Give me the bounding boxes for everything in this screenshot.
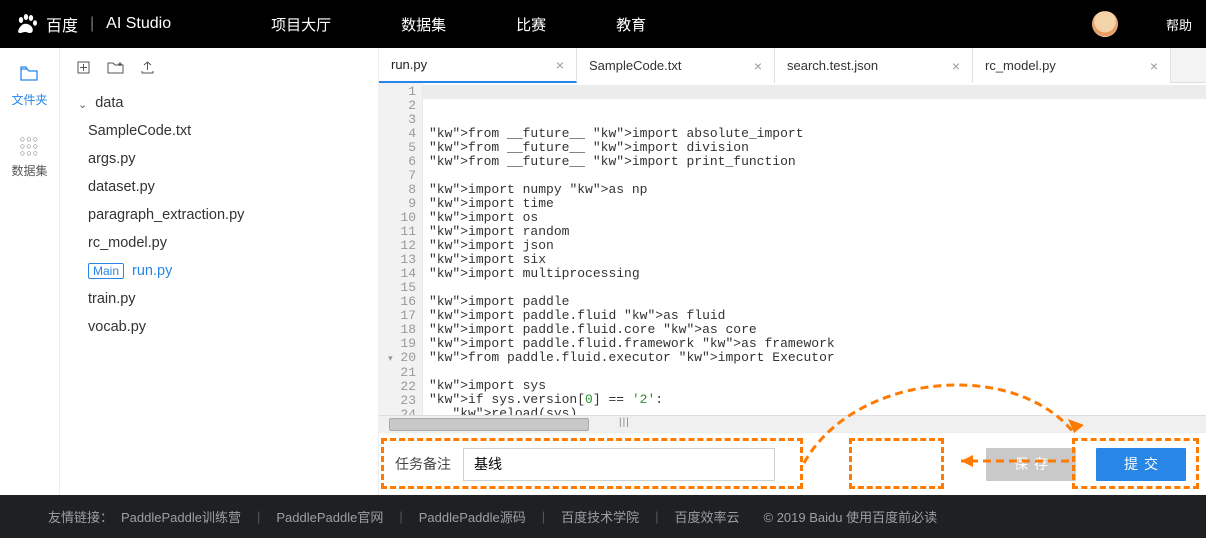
footer-link-3[interactable]: 百度技术学院 xyxy=(561,507,639,526)
footer-link-2[interactable]: PaddlePaddle源码 xyxy=(419,507,526,526)
task-note-input[interactable] xyxy=(463,448,775,481)
footer: 友情链接： PaddlePaddle训练营| PaddlePaddle官网| P… xyxy=(0,495,1206,538)
tab-run[interactable]: run.py× xyxy=(379,48,577,83)
logo-baidu-text: 百度 xyxy=(46,12,78,36)
action-bar: 任务备注 查看任务列表 保存 提交 xyxy=(379,432,1206,495)
close-icon[interactable]: × xyxy=(1150,58,1158,74)
chevron-down-icon: ⌃ xyxy=(78,97,87,110)
code-editor[interactable]: ◀ 12345678910111213141516171819▾ 2021222… xyxy=(379,83,1206,415)
file-tree: ⌃ data SampleCode.txt args.py dataset.py… xyxy=(60,48,379,495)
submit-button[interactable]: 提交 xyxy=(1096,448,1186,481)
file-paragraph[interactable]: paragraph_extraction.py xyxy=(60,201,378,229)
nav-item-projects[interactable]: 项目大厅 xyxy=(271,14,331,35)
footer-copyright: © 2019 Baidu 使用百度前必读 xyxy=(764,507,938,526)
top-nav: 百度 | AI Studio 项目大厅 数据集 比赛 教育 帮助 xyxy=(0,0,1206,48)
close-icon[interactable]: × xyxy=(754,58,762,74)
avatar[interactable] xyxy=(1092,11,1118,37)
file-samplecode[interactable]: SampleCode.txt xyxy=(60,117,378,145)
file-rcmodel[interactable]: rc_model.py xyxy=(60,229,378,257)
file-vocab[interactable]: vocab.py xyxy=(60,313,378,341)
highlighted-line xyxy=(423,85,1206,99)
tree-folder-data[interactable]: ⌃ data xyxy=(60,89,378,117)
sidebar-files[interactable]: 文件夹 xyxy=(11,66,47,108)
scroll-grip: ||| xyxy=(619,417,630,428)
tree-toolbar xyxy=(60,58,378,89)
new-file-icon[interactable] xyxy=(76,60,91,79)
sidebar-datasets[interactable]: ○○○○○○○○○ 数据集 xyxy=(11,136,47,179)
footer-link-4[interactable]: 百度效率云 xyxy=(675,507,740,526)
upload-icon[interactable] xyxy=(140,60,155,79)
sidebar-datasets-label: 数据集 xyxy=(11,162,47,179)
dataset-icon: ○○○○○○○○○ xyxy=(20,136,39,157)
tab-rcmodel[interactable]: rc_model.py× xyxy=(973,48,1171,83)
editor-tabs: run.py× SampleCode.txt× search.test.json… xyxy=(379,48,1206,83)
code-content[interactable]: "kw">from __future__ "kw">import absolut… xyxy=(423,83,1206,415)
logo-studio-text: AI Studio xyxy=(106,15,171,33)
folder-icon xyxy=(20,66,38,86)
main-badge: Main xyxy=(88,263,124,279)
nav-item-datasets[interactable]: 数据集 xyxy=(401,14,446,35)
logo[interactable]: 百度 | AI Studio xyxy=(14,11,171,37)
file-args[interactable]: args.py xyxy=(60,145,378,173)
nav-items: 项目大厅 数据集 比赛 教育 xyxy=(271,14,646,35)
nav-item-competitions[interactable]: 比赛 xyxy=(516,14,546,35)
scroll-thumb[interactable] xyxy=(389,418,589,431)
file-run[interactable]: Main run.py xyxy=(60,257,378,285)
file-train[interactable]: train.py xyxy=(60,285,378,313)
body: 文件夹 ○○○○○○○○○ 数据集 ⌃ data SampleCode.txt … xyxy=(0,48,1206,495)
close-icon[interactable]: × xyxy=(952,58,960,74)
sidebar: 文件夹 ○○○○○○○○○ 数据集 xyxy=(0,48,60,495)
file-dataset[interactable]: dataset.py xyxy=(60,173,378,201)
nav-help[interactable]: 帮助 xyxy=(1166,15,1192,34)
footer-link-1[interactable]: PaddlePaddle官网 xyxy=(276,507,383,526)
task-note-label: 任务备注 xyxy=(395,454,451,474)
tab-samplecode[interactable]: SampleCode.txt× xyxy=(577,48,775,83)
logo-divider: | xyxy=(90,15,94,33)
tab-searchtest[interactable]: search.test.json× xyxy=(775,48,973,83)
sidebar-files-label: 文件夹 xyxy=(11,91,47,108)
line-gutter: 12345678910111213141516171819▾ 202122232… xyxy=(379,83,423,415)
baidu-paw-icon xyxy=(14,11,40,37)
nav-item-education[interactable]: 教育 xyxy=(616,14,646,35)
close-icon[interactable]: × xyxy=(556,57,564,73)
footer-link-0[interactable]: PaddlePaddle训练营 xyxy=(121,507,241,526)
folder-name: data xyxy=(95,95,123,111)
save-button[interactable]: 保存 xyxy=(986,448,1076,481)
editor-area: run.py× SampleCode.txt× search.test.json… xyxy=(379,48,1206,495)
nav-right: 帮助 xyxy=(1092,11,1192,37)
new-folder-icon[interactable] xyxy=(107,60,124,79)
footer-prefix: 友情链接： xyxy=(48,507,113,526)
horizontal-scrollbar[interactable]: ||| xyxy=(379,415,1206,432)
highlight-box-viewlist xyxy=(849,438,944,489)
